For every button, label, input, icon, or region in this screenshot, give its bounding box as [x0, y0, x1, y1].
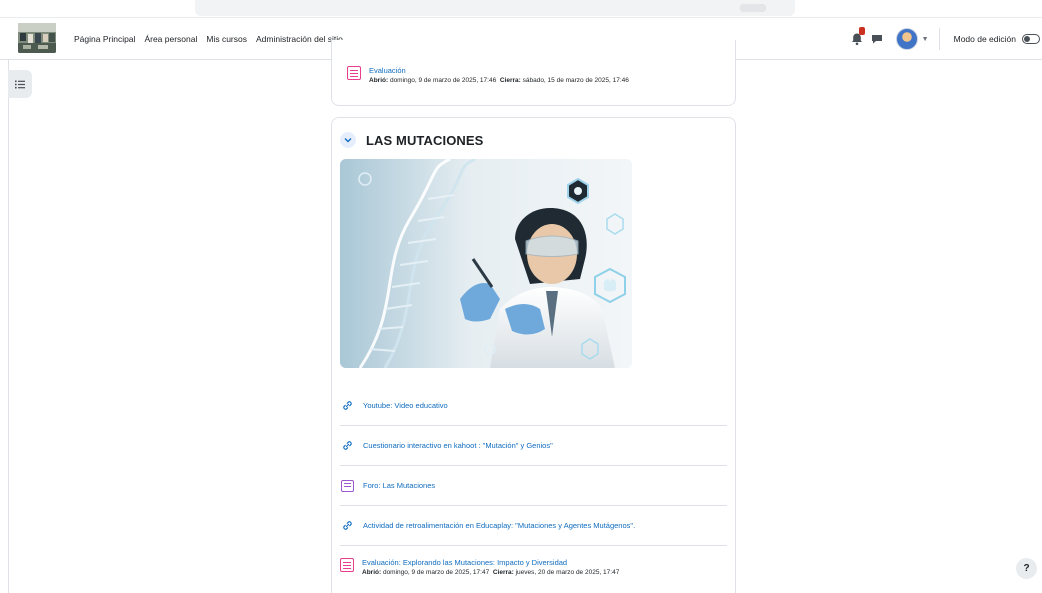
quiz-icon: [340, 558, 354, 572]
nav-my-courses[interactable]: Mis cursos: [206, 34, 247, 44]
user-avatar[interactable]: [895, 28, 918, 50]
edit-mode-toggle[interactable]: [1022, 34, 1040, 44]
activity-dates: Abrió: domingo, 9 de marzo de 2025, 17:4…: [362, 568, 619, 577]
activity-evaluacion[interactable]: Evaluación Abrió: domingo, 9 de marzo de…: [347, 66, 629, 85]
url-icon: [340, 439, 354, 453]
edit-mode-label: Modo de edición: [953, 34, 1016, 44]
section-banner-image: [340, 159, 632, 368]
page-left-border: [8, 60, 9, 593]
activity-row-kahoot[interactable]: Cuestionario interactivo en kahoot : "Mu…: [340, 426, 727, 466]
closes-label: Cierra:: [492, 569, 514, 576]
address-bar[interactable]: [195, 0, 795, 16]
quiz-icon: [347, 66, 361, 80]
notifications-bell-icon[interactable]: [850, 27, 865, 46]
navbar-divider: [938, 28, 940, 50]
address-bar-button[interactable]: [740, 4, 766, 12]
collapse-section-chevron-icon[interactable]: [340, 132, 356, 148]
opened-label: Abrió:: [362, 569, 382, 576]
url-icon: [340, 519, 354, 533]
activity-name[interactable]: Evaluación: [369, 66, 629, 75]
activity-name[interactable]: Actividad de retroalimentación en Educap…: [363, 521, 635, 530]
closes-date: jueves, 20 de marzo de 2025, 17:47: [515, 569, 620, 576]
closes-label: Cierra:: [499, 77, 521, 84]
nav-home[interactable]: Página Principal: [74, 34, 135, 44]
activity-row-youtube[interactable]: Youtube: Video educativo: [340, 386, 727, 426]
section-card-mutaciones: LAS MUTACIONES Youtube: Video educativo …: [331, 117, 736, 593]
nav-dashboard[interactable]: Área personal: [144, 34, 197, 44]
course-index-toggle[interactable]: [8, 70, 32, 98]
messages-icon[interactable]: [870, 32, 884, 46]
activity-name[interactable]: Evaluación: Explorando las Mutaciones: I…: [362, 558, 619, 567]
section-header: LAS MUTACIONES: [340, 132, 483, 148]
opened-date: domingo, 9 de marzo de 2025, 17:47: [382, 569, 490, 576]
opened-date: domingo, 9 de marzo de 2025, 17:46: [389, 77, 497, 84]
opened-label: Abrió:: [369, 77, 389, 84]
list-icon: [15, 80, 25, 88]
site-logo[interactable]: [18, 23, 56, 53]
activity-row-forum[interactable]: Foro: Las Mutaciones: [340, 466, 727, 506]
notification-badge: [858, 27, 865, 35]
user-controls: ▼ Modo de edición: [850, 18, 1042, 60]
activity-row-evaluacion-mutaciones[interactable]: Evaluación: Explorando las Mutaciones: I…: [340, 546, 727, 593]
url-icon: [340, 399, 354, 413]
section-title[interactable]: LAS MUTACIONES: [366, 133, 483, 148]
browser-strip: [0, 0, 1042, 18]
activity-name[interactable]: Youtube: Video educativo: [363, 401, 448, 410]
activity-row-educaplay[interactable]: Actividad de retroalimentación en Educap…: [340, 506, 727, 546]
nav-site-admin[interactable]: Administración del sitio: [256, 34, 343, 44]
activity-dates: Abrió: domingo, 9 de marzo de 2025, 17:4…: [369, 76, 629, 85]
primary-navigation: Página Principal Área personal Mis curso…: [74, 18, 343, 60]
activity-name[interactable]: Foro: Las Mutaciones: [363, 481, 435, 490]
closes-date: sábado, 15 de marzo de 2025, 17:46: [522, 77, 629, 84]
previous-section-card: Evaluación Abrió: domingo, 9 de marzo de…: [331, 40, 736, 106]
user-menu-chevron-down-icon[interactable]: ▼: [922, 36, 929, 43]
help-button[interactable]: ?: [1016, 558, 1037, 579]
activity-name[interactable]: Cuestionario interactivo en kahoot : "Mu…: [363, 441, 553, 450]
forum-icon: [340, 479, 354, 493]
